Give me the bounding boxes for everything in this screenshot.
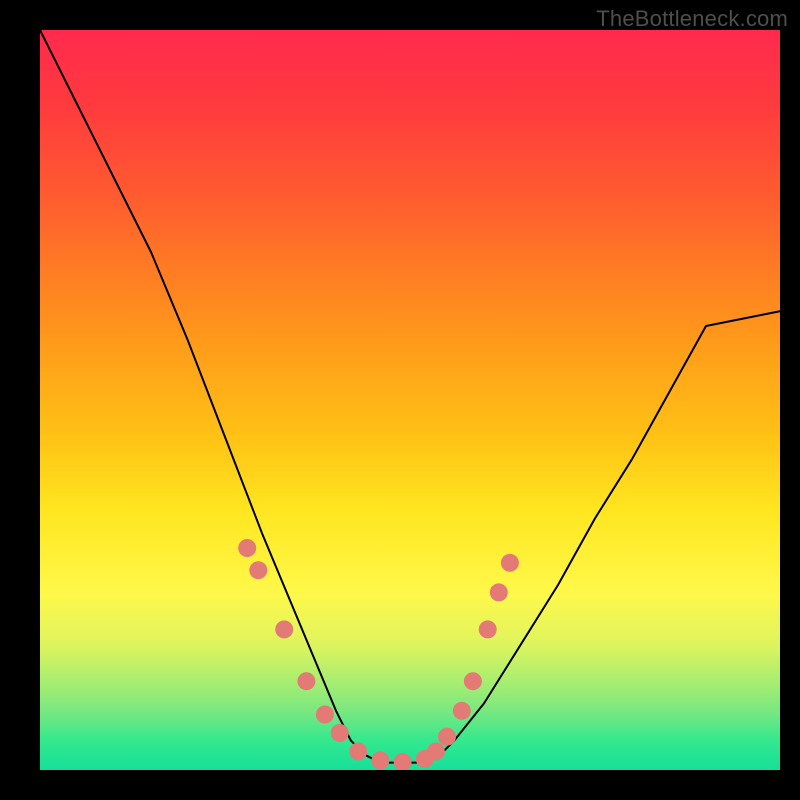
marker-point bbox=[275, 620, 293, 638]
marker-point bbox=[371, 751, 389, 769]
chart-svg bbox=[40, 30, 780, 770]
marker-point bbox=[427, 743, 445, 761]
marker-point bbox=[297, 672, 315, 690]
marker-point bbox=[438, 728, 456, 746]
marker-point bbox=[249, 561, 267, 579]
chart-container: TheBottleneck.com bbox=[0, 0, 800, 800]
marker-point bbox=[453, 702, 471, 720]
marker-point bbox=[394, 753, 412, 770]
marker-point bbox=[238, 539, 256, 557]
marker-point bbox=[479, 620, 497, 638]
marker-point bbox=[349, 743, 367, 761]
marker-point bbox=[331, 724, 349, 742]
marker-group bbox=[238, 539, 519, 770]
marker-point bbox=[501, 554, 519, 572]
watermark-text: TheBottleneck.com bbox=[596, 6, 788, 32]
plot-area bbox=[40, 30, 780, 770]
marker-point bbox=[464, 672, 482, 690]
marker-point bbox=[490, 583, 508, 601]
marker-point bbox=[316, 706, 334, 724]
bottleneck-curve bbox=[40, 30, 780, 763]
